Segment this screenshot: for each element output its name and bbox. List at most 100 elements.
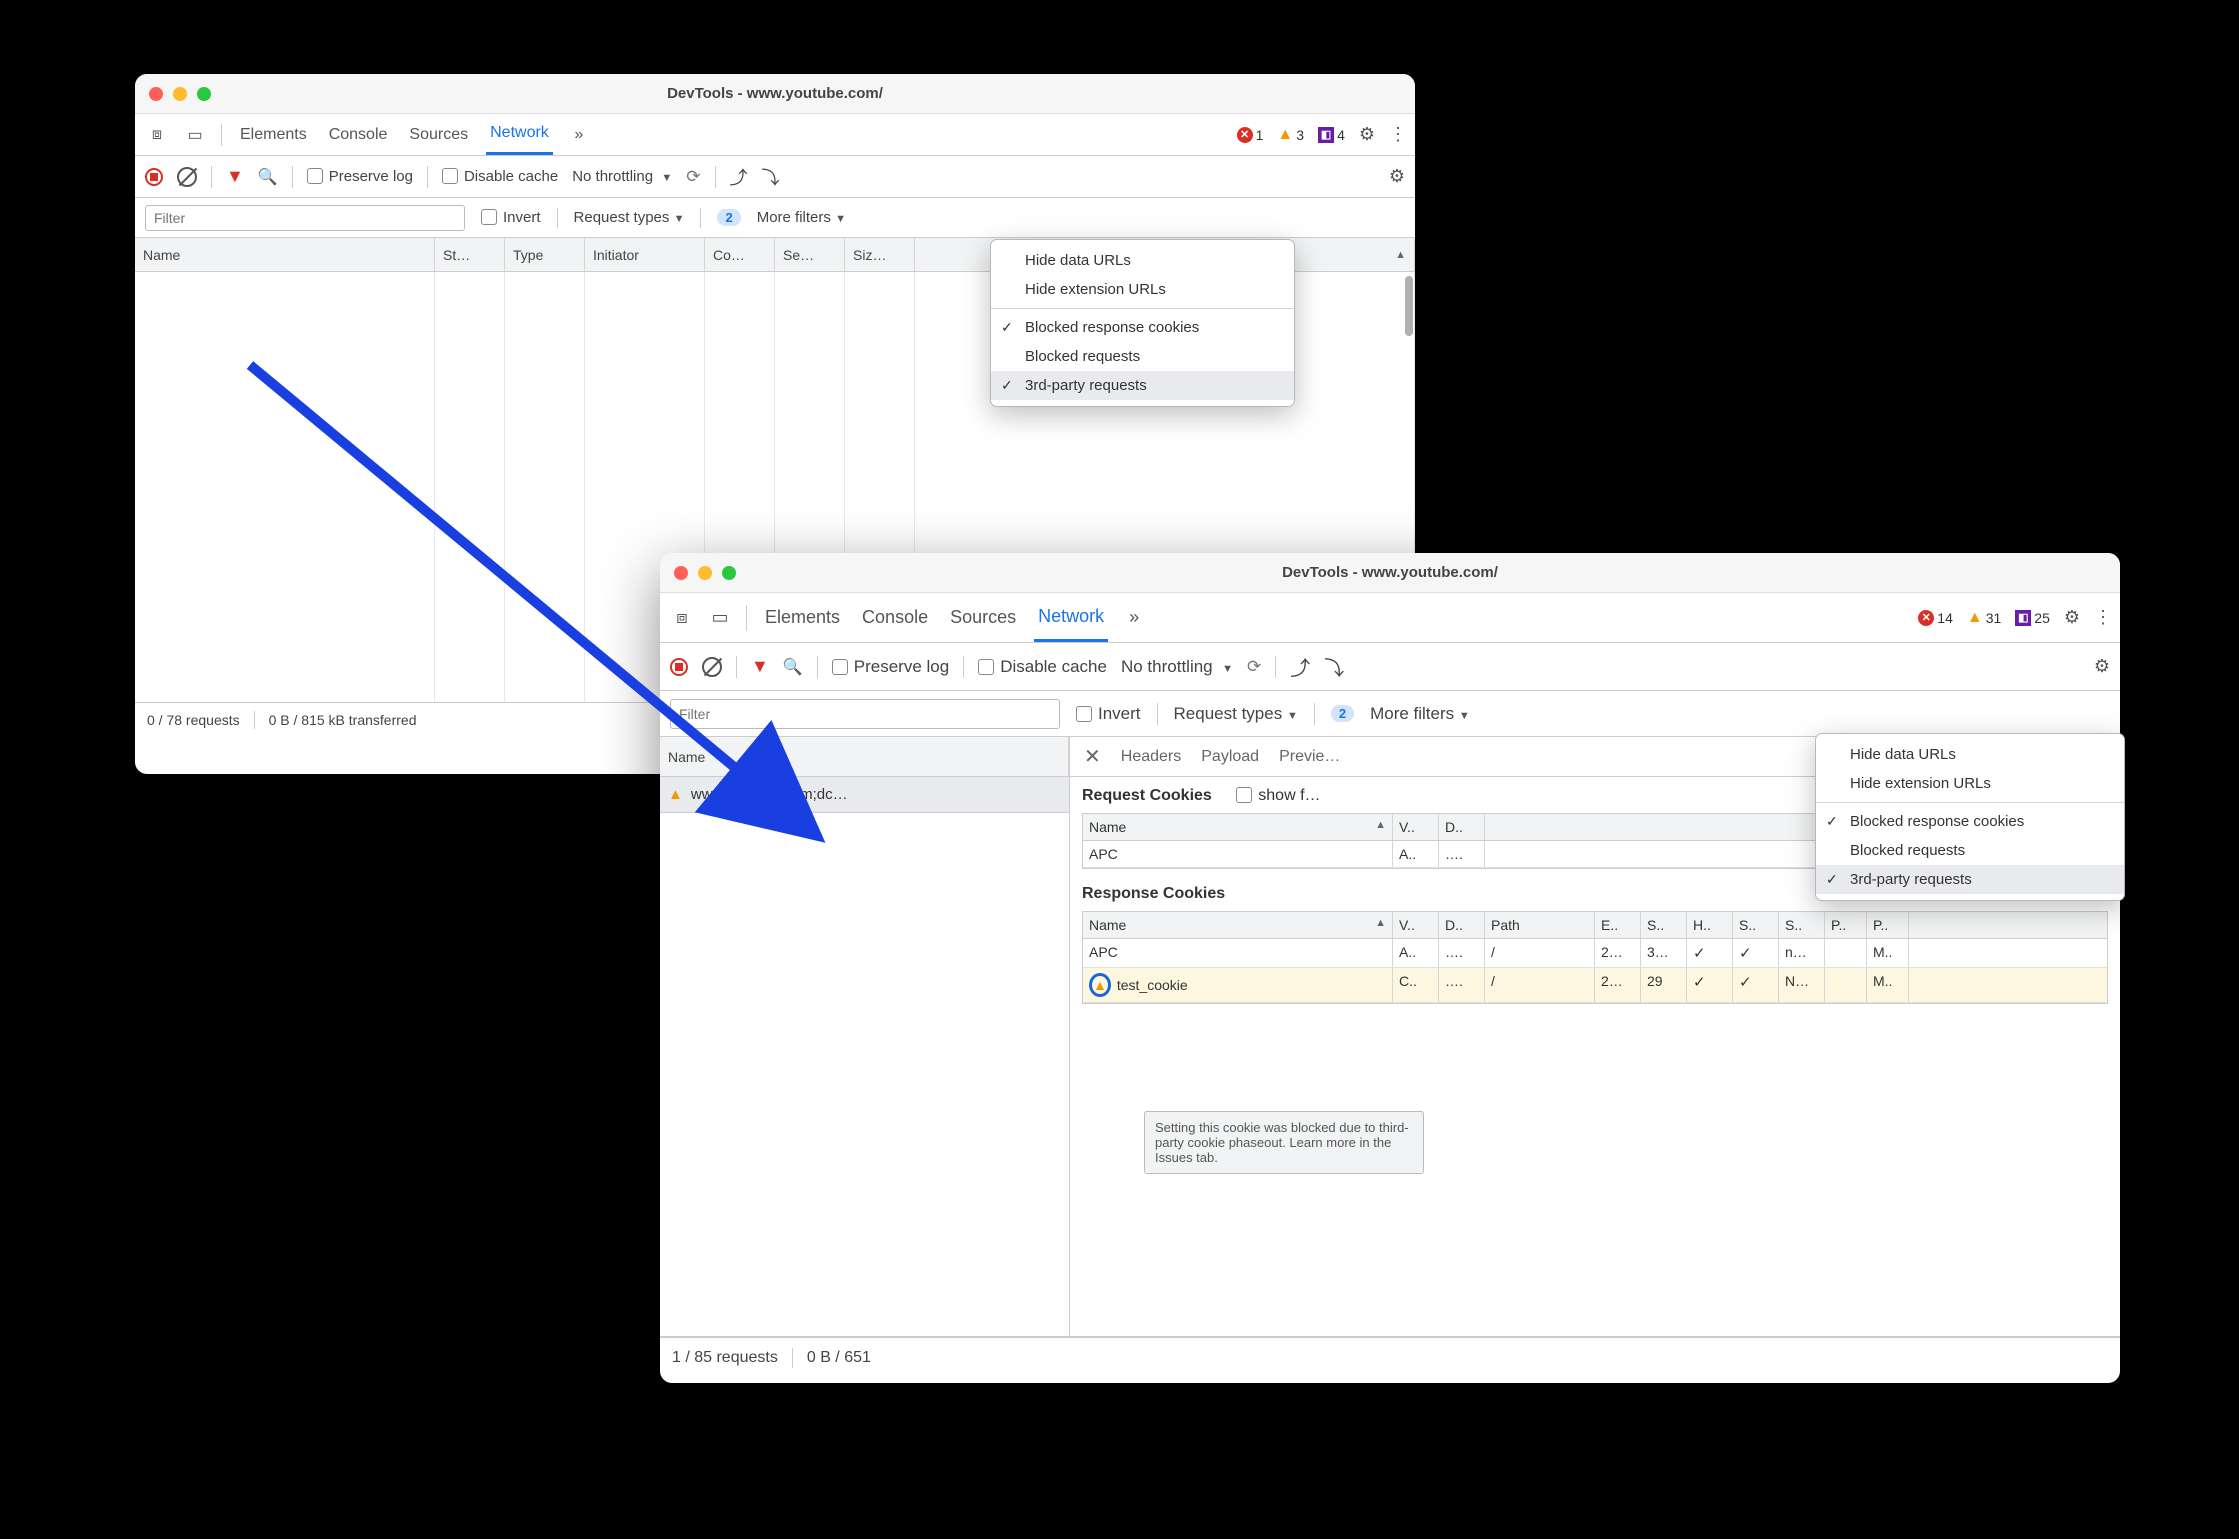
menu-3rd-party-requests[interactable]: ✓3rd-party requests [991, 371, 1294, 400]
search-icon[interactable]: 🔍 [783, 657, 803, 677]
col-co[interactable]: Co… [705, 238, 775, 271]
warning-count[interactable]: ▲31 [1967, 609, 2001, 627]
col-se[interactable]: Se… [775, 238, 845, 271]
tab-network[interactable]: Network [486, 114, 553, 155]
col-name[interactable]: Name [135, 238, 435, 271]
invert-checkbox[interactable]: Invert [1076, 704, 1141, 724]
maximize-window-button[interactable] [197, 87, 211, 101]
tab-network[interactable]: Network [1034, 593, 1108, 642]
throttle-select[interactable]: No throttling ▼ [1121, 657, 1233, 677]
request-detail-panel: ✕ Headers Payload Previe… Request Cookie… [1070, 737, 2120, 1336]
menu-blocked-response-cookies[interactable]: ✓Blocked response cookies [991, 313, 1294, 342]
menu-blocked-requests[interactable]: Blocked requests [1816, 836, 2124, 865]
more-tabs-icon[interactable]: » [1122, 607, 1146, 628]
panel-tabs: ⧈ ▭ Elements Console Sources Network » ✕… [660, 593, 2120, 643]
filter-input[interactable] [145, 205, 465, 231]
filter-toggle-icon[interactable]: ▼ [751, 656, 769, 677]
network-conditions-icon[interactable]: ⟳ [686, 167, 700, 187]
menu-hide-data-urls[interactable]: Hide data URLs [1816, 740, 2124, 769]
minimize-window-button[interactable] [173, 87, 187, 101]
filter-input[interactable] [670, 699, 1060, 729]
warning-count[interactable]: ▲3 [1277, 126, 1304, 144]
request-url: www.youtube.com;dc… [691, 786, 848, 803]
tab-sources[interactable]: Sources [405, 114, 472, 155]
request-list-panel: Name ▲ www.youtube.com;dc… [660, 737, 1070, 1336]
issues-count[interactable]: ◧4 [1318, 127, 1345, 143]
download-har-icon[interactable]: ⤵ [1324, 652, 1344, 681]
upload-har-icon[interactable]: ⤴ [730, 164, 748, 190]
settings-gear-icon[interactable]: ⚙ [2064, 607, 2080, 628]
table-row[interactable]: APC A.. …. / 2… 3… ✓ ✓ n… M.. [1083, 939, 2107, 968]
panel-tabs: ⧈ ▭ Elements Console Sources Network » ✕… [135, 114, 1415, 156]
throttle-select[interactable]: No throttling ▼ [572, 168, 672, 185]
col-size[interactable]: Siz… [845, 238, 915, 271]
more-filters-dropdown[interactable]: More filters ▼ [757, 209, 846, 226]
minimize-window-button[interactable] [698, 566, 712, 580]
error-count[interactable]: ✕1 [1237, 127, 1264, 143]
tab-elements[interactable]: Elements [761, 593, 844, 642]
device-toggle-icon[interactable]: ▭ [708, 607, 732, 628]
inspect-icon[interactable]: ⧈ [145, 126, 169, 144]
settings-gear-icon[interactable]: ⚙ [1359, 124, 1375, 145]
network-conditions-icon[interactable]: ⟳ [1247, 657, 1261, 677]
menu-hide-extension-urls[interactable]: Hide extension URLs [1816, 769, 2124, 798]
request-types-dropdown[interactable]: Request types ▼ [574, 209, 685, 226]
network-settings-icon[interactable]: ⚙ [1389, 166, 1405, 187]
close-detail-icon[interactable]: ✕ [1084, 744, 1101, 769]
more-menu-icon[interactable]: ⋮ [1389, 124, 1405, 145]
tab-console[interactable]: Console [858, 593, 932, 642]
preserve-log-checkbox[interactable]: Preserve log [307, 168, 413, 185]
devtools-window-2: DevTools - www.youtube.com/ ⧈ ▭ Elements… [660, 553, 2120, 1383]
maximize-window-button[interactable] [722, 566, 736, 580]
upload-har-icon[interactable]: ⤴ [1290, 652, 1310, 681]
more-tabs-icon[interactable]: » [567, 126, 591, 144]
menu-3rd-party-requests[interactable]: ✓3rd-party requests [1816, 865, 2124, 894]
close-window-button[interactable] [149, 87, 163, 101]
warning-triangle-icon: ▲ [668, 786, 683, 803]
menu-hide-extension-urls[interactable]: Hide extension URLs [991, 275, 1294, 304]
more-menu-icon[interactable]: ⋮ [2094, 607, 2110, 628]
search-icon[interactable]: 🔍 [258, 167, 278, 187]
clear-button[interactable] [702, 657, 722, 677]
tab-preview[interactable]: Previe… [1279, 748, 1340, 766]
show-filtered-checkbox[interactable]: show f… [1236, 787, 1320, 804]
status-transfer: 0 B / 651 [807, 1349, 871, 1367]
scrollbar[interactable] [1405, 276, 1413, 336]
col-initiator[interactable]: Initiator [585, 238, 705, 271]
filter-bar: Invert Request types ▼ 2 More filters ▼ [660, 691, 2120, 737]
blocked-cookie-warning-icon: ▲ [1089, 973, 1111, 997]
record-button[interactable] [670, 658, 688, 676]
request-types-dropdown[interactable]: Request types ▼ [1174, 704, 1298, 724]
tab-sources[interactable]: Sources [946, 593, 1020, 642]
filter-toggle-icon[interactable]: ▼ [226, 166, 244, 187]
col-name[interactable]: Name [660, 737, 1069, 776]
window-title: DevTools - www.youtube.com/ [660, 564, 2120, 581]
error-count[interactable]: ✕14 [1918, 610, 1953, 626]
more-filters-count-badge: 2 [717, 209, 740, 226]
menu-blocked-response-cookies[interactable]: ✓Blocked response cookies [1816, 807, 2124, 836]
table-row-blocked[interactable]: ▲ test_cookie C.. …. / 2… 29 ✓ ✓ N… M.. [1083, 968, 2107, 1003]
invert-checkbox[interactable]: Invert [481, 209, 541, 226]
request-row[interactable]: ▲ www.youtube.com;dc… [660, 777, 1069, 813]
issues-count[interactable]: ◧25 [2015, 610, 2050, 626]
disable-cache-checkbox[interactable]: Disable cache [442, 168, 558, 185]
inspect-icon[interactable]: ⧈ [670, 607, 694, 628]
network-settings-icon[interactable]: ⚙ [2094, 656, 2110, 677]
col-status[interactable]: St… [435, 238, 505, 271]
menu-hide-data-urls[interactable]: Hide data URLs [991, 246, 1294, 275]
clear-button[interactable] [177, 167, 197, 187]
tab-headers[interactable]: Headers [1121, 748, 1181, 766]
close-window-button[interactable] [674, 566, 688, 580]
menu-blocked-requests[interactable]: Blocked requests [991, 342, 1294, 371]
tab-elements[interactable]: Elements [236, 114, 311, 155]
tab-payload[interactable]: Payload [1201, 748, 1259, 766]
preserve-log-checkbox[interactable]: Preserve log [832, 657, 949, 677]
record-button[interactable] [145, 168, 163, 186]
device-toggle-icon[interactable]: ▭ [183, 125, 207, 145]
tab-console[interactable]: Console [325, 114, 392, 155]
disable-cache-checkbox[interactable]: Disable cache [978, 657, 1107, 677]
blocked-cookie-tooltip: Setting this cookie was blocked due to t… [1144, 1111, 1424, 1174]
col-type[interactable]: Type [505, 238, 585, 271]
download-har-icon[interactable]: ⤵ [762, 164, 780, 190]
more-filters-dropdown[interactable]: More filters ▼ [1370, 704, 1470, 724]
